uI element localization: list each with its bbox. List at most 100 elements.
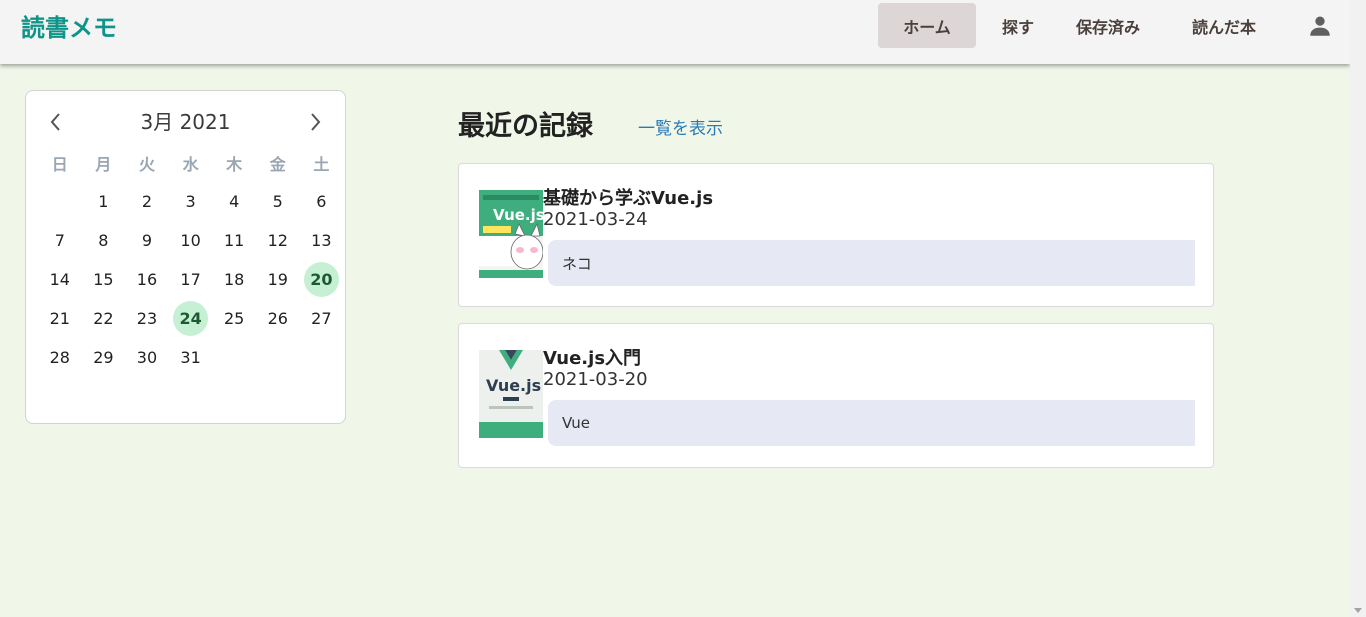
nav-home-button[interactable]: ホーム: [878, 3, 976, 48]
calendar-day[interactable]: 22: [82, 299, 126, 338]
calendar-day[interactable]: 4: [212, 182, 256, 221]
record-card[interactable]: Vue.js 基礎から学ぶVue.js 2021-03-24 ネコ: [458, 163, 1214, 307]
calendar-day[interactable]: 1: [82, 182, 126, 221]
calendar-day-number: 24: [173, 301, 209, 336]
calendar-day[interactable]: 25: [212, 299, 256, 338]
calendar-day-number: 3: [185, 192, 196, 211]
weekday-label: 水: [182, 154, 199, 174]
calendar-day-number: 6: [316, 192, 327, 211]
calendar-day-number: 13: [311, 231, 332, 250]
cover-title: Vue.js: [493, 206, 543, 224]
calendar-day[interactable]: 18: [212, 260, 256, 299]
record-card[interactable]: Vue.js Vue.js入門 2021-03-20 Vue: [458, 323, 1214, 468]
calendar-day[interactable]: 26: [256, 299, 300, 338]
calendar: 3月 2021 日月火水木金土 1 2 3 4 5 6 7 8 9 10 11 12 13 14 15 16 17…: [25, 90, 346, 424]
calendar-day[interactable]: 12: [256, 221, 300, 260]
calendar-day[interactable]: 24: [169, 299, 213, 338]
calendar-day-number: 20: [303, 262, 339, 297]
memo-text: Vue: [548, 400, 1195, 446]
nav-search-button[interactable]: 探す: [978, 3, 1058, 48]
calendar-day-number: 4: [229, 192, 240, 211]
calendar-day[interactable]: 11: [212, 221, 256, 260]
book-title: Vue.js入門: [543, 348, 642, 369]
calendar-day[interactable]: 29: [82, 338, 126, 377]
book-title: 基礎から学ぶVue.js: [543, 188, 714, 209]
calendar-day[interactable]: 3: [169, 182, 213, 221]
calendar-day-number: 12: [267, 231, 288, 250]
calendar-day[interactable]: 7: [38, 221, 82, 260]
weekday-label: 土: [313, 154, 330, 174]
calendar-day-number: 16: [136, 270, 158, 289]
calendar-day-number: 2: [141, 192, 153, 211]
memo-text: ネコ: [548, 240, 1195, 286]
book-cover: Vue.js: [479, 350, 543, 438]
calendar-day[interactable]: 9: [125, 221, 169, 260]
calendar-day[interactable]: 28: [38, 338, 82, 377]
account-button[interactable]: [1290, 3, 1350, 48]
calendar-day-number: 26: [267, 309, 288, 328]
calendar-day-number: 30: [136, 348, 158, 367]
main-nav: ホーム 探す 保存済み 読んだ本: [878, 3, 1350, 48]
calendar-day-number: 29: [93, 348, 114, 367]
calendar-day-number: 11: [223, 231, 245, 250]
calendar-day[interactable]: 20: [300, 260, 344, 299]
calendar-day-number: 23: [136, 309, 158, 328]
calendar-day-number: 27: [311, 309, 332, 328]
calendar-day[interactable]: 6: [300, 182, 344, 221]
calendar-day[interactable]: 31: [169, 338, 213, 377]
calendar-day[interactable]: 16: [125, 260, 169, 299]
app-logo[interactable]: 読書メモ: [21, 8, 117, 43]
calendar-day[interactable]: 2: [125, 182, 169, 221]
chevron-right-icon: [311, 113, 321, 131]
calendar-day[interactable]: 5: [256, 182, 300, 221]
calendar-grid: 日月火水木金土 1 2 3 4 5 6 7 8 9 10 11 12 13 14 15 16 17 18 19 20 21…: [38, 143, 343, 377]
calendar-day-number: 1: [98, 192, 109, 211]
calendar-day[interactable]: 17: [169, 260, 213, 299]
calendar-day-number: 10: [180, 231, 201, 250]
calendar-day[interactable]: 21: [38, 299, 82, 338]
calendar-day[interactable]: 10: [169, 221, 213, 260]
next-month-button[interactable]: [302, 109, 328, 135]
calendar-day[interactable]: 27: [300, 299, 344, 338]
calendar-day-number: 5: [272, 192, 283, 211]
calendar-day-number: 25: [223, 309, 245, 328]
weekday-label: 日: [51, 154, 68, 174]
calendar-day-number: 17: [180, 270, 201, 289]
nav-read-button[interactable]: 読んだ本: [1158, 3, 1290, 48]
calendar-day[interactable]: 15: [82, 260, 126, 299]
weekday-label: 木: [226, 154, 243, 174]
calendar-day[interactable]: 30: [125, 338, 169, 377]
calendar-day[interactable]: 23: [125, 299, 169, 338]
calendar-day-number: 15: [93, 270, 114, 289]
calendar-day[interactable]: 19: [256, 260, 300, 299]
calendar-day[interactable]: 8: [82, 221, 126, 260]
calendar-day-number: 19: [267, 270, 288, 289]
calendar-month-title: 3月 2021: [140, 110, 231, 134]
weekday-label: 金: [269, 154, 286, 174]
weekday-label: 火: [138, 154, 155, 174]
record-date: 2021-03-24: [543, 209, 648, 230]
record-date: 2021-03-20: [543, 369, 648, 390]
recent-title: 最近の記録: [458, 111, 593, 142]
account-icon: [1310, 15, 1330, 36]
view-all-link[interactable]: 一覧を表示: [638, 114, 723, 139]
app-bar: 読書メモ ホーム 探す 保存済み 読んだ本: [0, 0, 1350, 64]
calendar-day-number: 14: [49, 270, 70, 289]
page: 読書メモ ホーム 探す 保存済み 読んだ本 3月 2021 日 月 火 水 木 …: [0, 0, 1366, 617]
calendar-day-number: 7: [54, 231, 65, 250]
scroll-down-icon[interactable]: [1354, 608, 1362, 613]
calendar-blank-cell: [38, 182, 82, 221]
calendar-day-number: 9: [141, 231, 153, 250]
calendar-day-number: 8: [98, 231, 109, 250]
calendar-day[interactable]: 13: [300, 221, 344, 260]
nav-saved-button[interactable]: 保存済み: [1058, 3, 1158, 48]
page-scrollbar[interactable]: [1350, 0, 1366, 617]
weekday-label: 月: [95, 154, 112, 174]
calendar-day-number: 18: [223, 270, 245, 289]
book-cover: Vue.js: [479, 190, 543, 278]
calendar-day-number: 28: [49, 348, 70, 367]
cover-title: Vue.js: [486, 376, 541, 395]
calendar-day-number: 21: [49, 309, 70, 328]
calendar-day-number: 22: [93, 309, 114, 328]
calendar-day[interactable]: 14: [38, 260, 82, 299]
